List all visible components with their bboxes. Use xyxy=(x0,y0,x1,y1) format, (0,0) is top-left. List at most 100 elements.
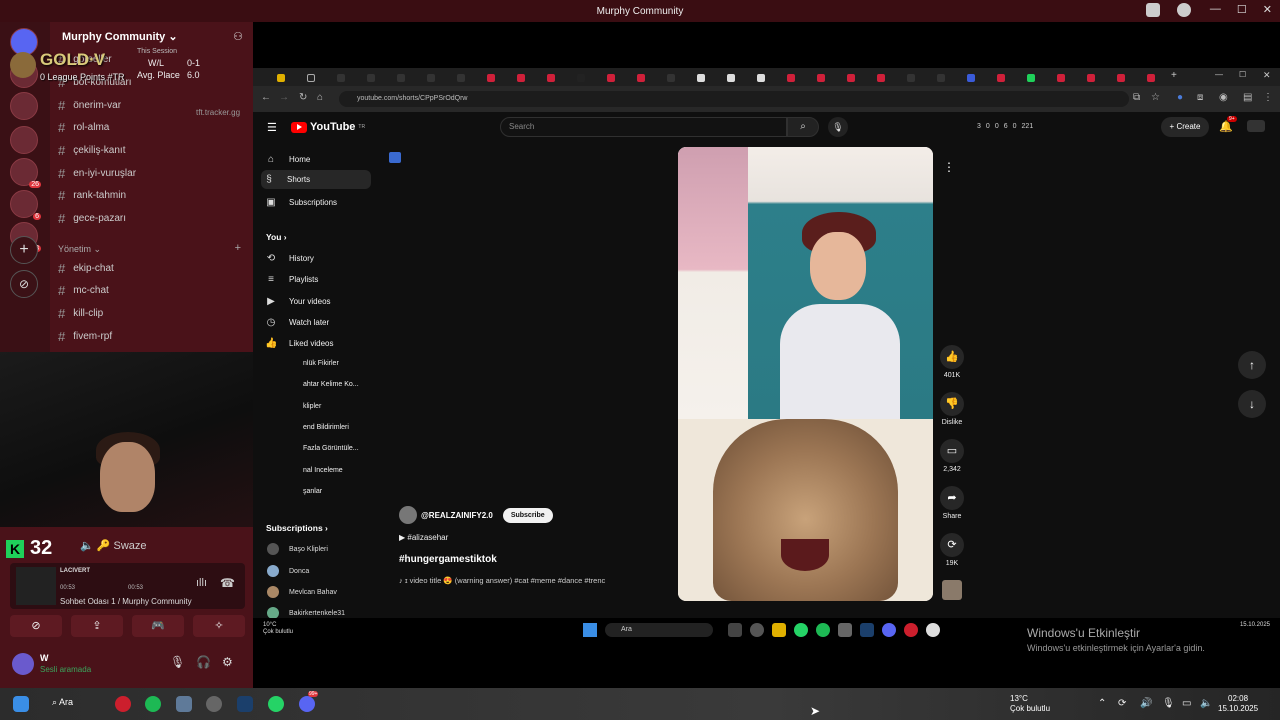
opera-icon[interactable] xyxy=(904,623,918,637)
channel-item[interactable]: # kill-clip xyxy=(58,307,103,320)
voice-user[interactable]: 🔈 🔑 Swaze xyxy=(80,539,147,552)
windows-start-icon[interactable] xyxy=(13,696,29,712)
extension-icon[interactable]: ● xyxy=(1177,92,1183,103)
browser-tab[interactable] xyxy=(907,71,933,84)
taskbar-search[interactable]: ⌕ Ara xyxy=(52,697,73,708)
sidebar-item-subscriptions[interactable]: ▣ Subscriptions xyxy=(265,197,337,208)
browser-tab[interactable] xyxy=(337,71,363,84)
disconnect-icon[interactable]: ☎ xyxy=(220,576,235,590)
activity-button[interactable]: 🎮 xyxy=(132,615,184,637)
guild-item[interactable] xyxy=(10,126,38,154)
taskbar-app-icon[interactable] xyxy=(206,696,222,712)
like-button[interactable]: 👍 401K xyxy=(939,345,965,379)
browser-tab[interactable] xyxy=(427,71,453,84)
dislike-button[interactable]: 👎 Dislike xyxy=(939,392,965,426)
sidebar-item-your-videos[interactable]: ▶ Your videos xyxy=(265,296,330,307)
previous-short-icon[interactable]: ↑ xyxy=(1238,351,1266,379)
browser-tab[interactable] xyxy=(607,71,633,84)
sidebar-item-liked[interactable]: 👍 Liked videos xyxy=(265,338,333,349)
steam-icon[interactable] xyxy=(237,696,253,712)
browser-tab[interactable] xyxy=(307,71,333,84)
sidebar-item-playlist[interactable]: nlük Fikirler xyxy=(303,360,339,367)
inbox-icon[interactable] xyxy=(1146,3,1160,17)
browser-tab[interactable] xyxy=(397,71,423,84)
browser-tab[interactable] xyxy=(547,71,573,84)
subscription-item[interactable]: Donca xyxy=(267,565,309,577)
close-icon[interactable]: ✕ xyxy=(1263,70,1271,81)
search-icon[interactable]: ⌕ xyxy=(787,117,819,137)
guild-item[interactable]: 6 xyxy=(10,190,41,220)
share-button[interactable]: ➦ Share xyxy=(939,486,965,520)
browser-tab[interactable] xyxy=(577,71,603,84)
short-title[interactable]: #hungergamestiktok xyxy=(399,554,497,565)
browser-tab[interactable] xyxy=(367,71,393,84)
tray-app-icon[interactable]: ⟳ xyxy=(1118,698,1126,709)
browser-tab[interactable] xyxy=(727,71,753,84)
extensions-puzzle-icon[interactable]: ⧈ xyxy=(1197,92,1203,103)
browser-tab[interactable] xyxy=(1087,71,1113,84)
notifications-icon[interactable]: 🔔 9+ xyxy=(1219,116,1237,133)
whatsapp-icon[interactable] xyxy=(268,696,284,712)
whatsapp-icon[interactable] xyxy=(794,623,808,637)
folder-icon[interactable] xyxy=(772,623,786,637)
maximize-icon[interactable]: ☐ xyxy=(1239,70,1246,79)
channel-item[interactable]: # en-iyi-vuruşlar xyxy=(58,167,136,180)
subscription-item[interactable]: Mevlcan Bahav xyxy=(267,586,337,598)
sidebar-item-playlists[interactable]: ≡ Playlists xyxy=(265,274,318,285)
short-tag[interactable]: ▶ #alizasehar xyxy=(399,533,448,542)
youtube-logo[interactable]: YouTube TR xyxy=(291,121,365,133)
inner-search[interactable]: Ara xyxy=(605,623,713,637)
channel-item[interactable]: # fivem-rpf xyxy=(58,330,112,343)
home-icon[interactable]: ⌂ xyxy=(317,92,323,103)
settings-icon[interactable]: ⚙ xyxy=(222,655,233,669)
short-video[interactable] xyxy=(678,147,933,601)
taskbar-app-icon[interactable] xyxy=(728,623,742,637)
section-subscriptions[interactable]: Subscriptions › xyxy=(266,523,328,533)
effects-button[interactable]: ✧ xyxy=(193,615,245,637)
sidebar-item-watch-later[interactable]: ◷ Watch later xyxy=(265,317,330,328)
search-input[interactable]: Search xyxy=(500,117,787,137)
browser-tab[interactable] xyxy=(277,71,303,84)
sidebar-item-playlist[interactable]: şanlar xyxy=(303,488,322,495)
spotify-icon[interactable] xyxy=(816,623,830,637)
chrome-icon[interactable] xyxy=(926,623,940,637)
browser-tab[interactable] xyxy=(457,71,483,84)
sidebar-item-history[interactable]: ⟲ History xyxy=(265,253,314,264)
channel-item[interactable]: # çekiliş-kanıt xyxy=(58,144,125,157)
browser-tab[interactable] xyxy=(997,71,1023,84)
new-tab-icon[interactable]: + xyxy=(1171,70,1177,81)
speaker-icon[interactable]: 🔊 xyxy=(1140,698,1152,709)
taskbar-app-icon[interactable] xyxy=(176,696,192,712)
reload-icon[interactable]: ↻ xyxy=(299,92,307,103)
extension-badge-icon[interactable] xyxy=(389,152,401,163)
forward-icon[interactable]: → xyxy=(279,92,289,103)
spotify-icon[interactable] xyxy=(145,696,161,712)
sidebar-item-playlist[interactable]: end Bildirimleri xyxy=(303,424,349,431)
browser-tab[interactable] xyxy=(847,71,873,84)
sidebar-item-playlist[interactable]: klipler xyxy=(303,403,321,410)
opera-icon[interactable] xyxy=(115,696,131,712)
minimize-icon[interactable]: — xyxy=(1210,3,1221,16)
steam-icon[interactable] xyxy=(860,623,874,637)
sidebar-item-playlist[interactable]: nal Inceleme xyxy=(303,467,343,474)
cast-icon[interactable]: ⧉ xyxy=(1133,92,1140,103)
channel-item[interactable]: # ekip-chat xyxy=(58,262,114,275)
browser-tab[interactable] xyxy=(697,71,723,84)
subscription-item[interactable]: Başo Klipleri xyxy=(267,543,328,555)
profile-icon[interactable]: ◉ xyxy=(1219,92,1228,103)
channel-item[interactable]: # rank-tahmin xyxy=(58,189,126,202)
channel-item[interactable]: # gece-pazarı xyxy=(58,212,126,225)
browser-tab[interactable] xyxy=(787,71,813,84)
guild-item[interactable]: 26 xyxy=(10,158,41,188)
minimize-icon[interactable]: — xyxy=(1215,70,1223,79)
browser-tab[interactable] xyxy=(1147,71,1173,84)
comments-button[interactable]: ▭ 2,342 xyxy=(939,439,965,473)
windows-start-icon[interactable] xyxy=(583,623,597,637)
remix-button[interactable]: ⟳ 19K xyxy=(939,533,965,567)
add-channel-icon[interactable]: + xyxy=(235,242,241,254)
discord-icon[interactable]: 99+ xyxy=(299,691,319,712)
channel-item[interactable]: # rol-alma xyxy=(58,121,109,134)
taskbar-app-icon[interactable] xyxy=(838,623,852,637)
channel-item[interactable]: # mc-chat xyxy=(58,284,109,297)
sound-thumbnail[interactable] xyxy=(942,580,962,600)
